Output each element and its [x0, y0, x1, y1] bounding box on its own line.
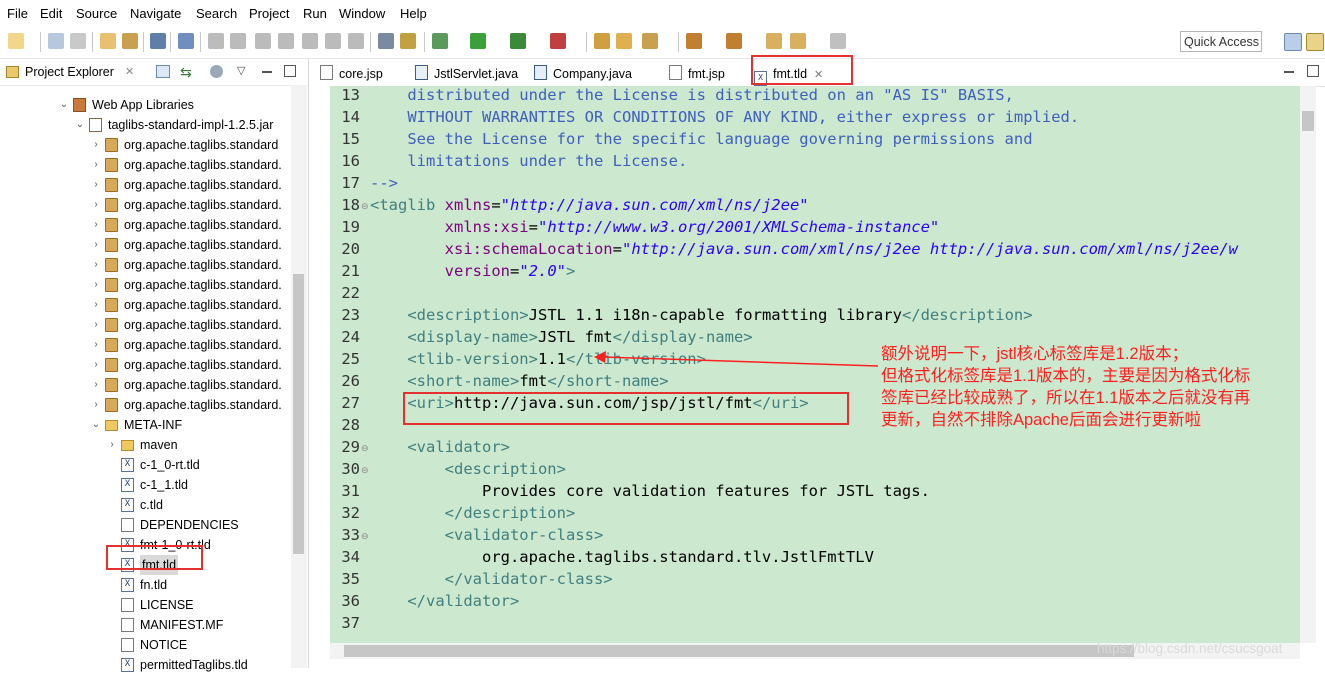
annotation-line: 签库已经比较成熟了，所以在1.1版本之后就没有再 [881, 389, 1251, 407]
annotation-line: 但格式化标签库是1.1版本的，主要是因为格式化标 [881, 367, 1251, 385]
annotation-arrow [594, 351, 879, 367]
annotation-note: 额外说明一下，jstl核心标签库是1.2版本； 但格式化标签库是1.1版本的，主… [881, 343, 1321, 431]
watermark-url: https://blog.csdn.net/csucsgoat [1097, 641, 1283, 656]
annotation-line: 额外说明一下，jstl核心标签库是1.2版本； [881, 345, 1189, 363]
annotation-line: 更新，自然不排除Apache后面会进行更新啦 [881, 411, 1201, 429]
